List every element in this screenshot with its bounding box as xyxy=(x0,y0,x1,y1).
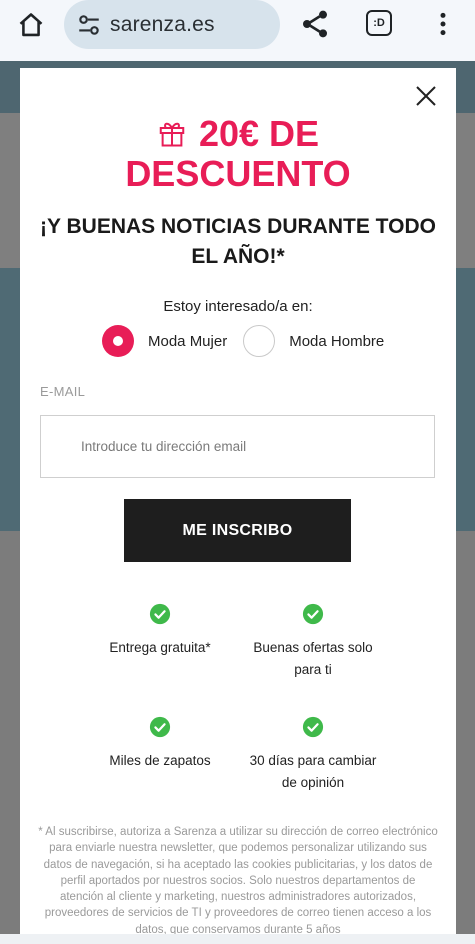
email-field[interactable] xyxy=(40,415,435,478)
home-button[interactable] xyxy=(14,8,48,42)
close-icon[interactable] xyxy=(414,84,438,108)
subheadline: ¡Y BUENAS NOTICIAS DURANTE TODO EL AÑO!* xyxy=(40,215,436,268)
tab-switcher-button[interactable]: :D xyxy=(366,10,392,36)
home-icon xyxy=(19,13,43,37)
radio-label-moda-mujer[interactable]: Moda Mujer xyxy=(148,333,227,350)
url-text: sarenza.es xyxy=(110,12,215,36)
headline-line-1: 20€ DE xyxy=(198,113,320,154)
subscribe-button[interactable]: ME INSCRIBO xyxy=(124,499,351,562)
check-circle-icon xyxy=(149,603,171,625)
discount-headline: 20€ DE DESCUENTO xyxy=(20,114,456,194)
tune-icon[interactable] xyxy=(76,12,102,38)
gift-icon xyxy=(159,122,185,147)
gender-radio-group: Moda Mujer Moda Hombre xyxy=(102,324,400,358)
radio-moda-hombre[interactable] xyxy=(243,325,276,357)
newsletter-modal: 20€ DE DESCUENTO ¡Y BUENAS NOTICIAS DURA… xyxy=(20,68,456,934)
browser-toolbar: sarenza.es :D xyxy=(0,0,475,61)
radio-moda-mujer[interactable] xyxy=(102,325,134,357)
email-label: E-MAIL xyxy=(40,384,86,399)
check-circle-icon xyxy=(302,603,324,625)
more-vert-icon[interactable] xyxy=(430,10,456,38)
share-icon[interactable] xyxy=(299,8,331,40)
legal-disclaimer: * Al suscribirse, autoriza a Sarenza a u… xyxy=(38,826,438,934)
interest-label: Estoy interesado/a en: xyxy=(163,298,313,315)
benefit-item: Miles de zapatos xyxy=(90,716,230,772)
benefit-item: Entrega gratuita* xyxy=(90,603,230,659)
address-bar[interactable]: sarenza.es xyxy=(64,0,280,49)
headline-line-2: DESCUENTO xyxy=(125,153,351,194)
check-circle-icon xyxy=(149,716,171,738)
radio-label-moda-hombre[interactable]: Moda Hombre xyxy=(289,333,384,350)
benefit-text: Entrega gratuita* xyxy=(109,640,211,655)
benefit-text: Buenas ofertas solo para ti xyxy=(253,640,373,677)
bottom-strip xyxy=(0,934,475,944)
benefit-text: 30 días para cambiar de opinión xyxy=(249,753,377,790)
benefit-item: Buenas ofertas solo para ti xyxy=(242,603,384,681)
benefit-text: Miles de zapatos xyxy=(109,753,211,768)
check-circle-icon xyxy=(302,716,324,738)
benefit-item: 30 días para cambiar de opinión xyxy=(242,716,384,794)
